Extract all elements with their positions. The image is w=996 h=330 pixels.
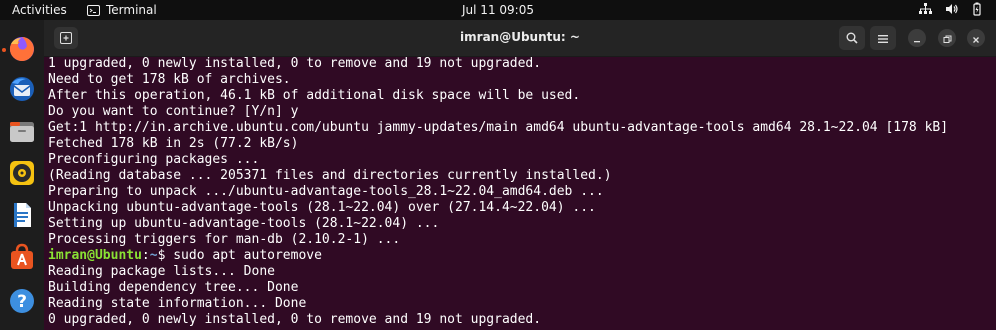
terminal-line: Fetched 178 kB in 2s (77.2 kB/s) <box>48 136 299 151</box>
prompt-separator: : <box>141 248 150 263</box>
terminal-line: Setting up ubuntu-advantage-tools (28.1~… <box>48 216 440 231</box>
top-bar: Activities Terminal Jul 11 09:05 <box>0 0 996 20</box>
terminal-line: Do you want to continue? [Y/n] y <box>48 104 299 119</box>
terminal-line: Preconfiguring packages ... <box>48 152 260 167</box>
writer-icon <box>8 201 36 233</box>
prompt-user-host: imran@Ubuntu <box>48 248 142 263</box>
dock-item-thunderbird[interactable] <box>7 76 37 106</box>
terminal-line: Processing triggers for man-db (2.10.2-1… <box>48 232 401 247</box>
volume-icon[interactable] <box>944 2 958 16</box>
thunderbird-icon <box>8 75 36 107</box>
search-icon <box>846 29 858 48</box>
terminal-line: After this operation, 46.1 kB of additio… <box>48 88 581 103</box>
terminal-line: 1 upgraded, 0 newly installed, 0 to remo… <box>48 56 542 71</box>
dock-item-help[interactable]: ? <box>7 288 37 318</box>
search-button[interactable] <box>839 26 865 50</box>
software-icon <box>8 243 36 275</box>
prompt-command: sudo apt autoremove <box>165 248 322 263</box>
terminal-line: Unpacking ubuntu-advantage-tools (28.1~2… <box>48 200 596 215</box>
terminal-line: Need to get 178 kB of archives. <box>48 72 291 87</box>
terminal-line: 0 upgraded, 0 newly installed, 0 to remo… <box>48 312 542 327</box>
running-indicator <box>2 48 6 52</box>
rhythmbox-icon <box>8 159 36 191</box>
firefox-icon <box>8 35 36 67</box>
files-icon <box>8 117 36 149</box>
window-titlebar[interactable]: imran@Ubuntu: ~ <box>44 20 996 57</box>
dock-item-writer[interactable] <box>7 202 37 232</box>
dock: ? <box>0 20 44 330</box>
minimize-icon <box>913 29 921 48</box>
restore-icon <box>943 29 952 48</box>
dock-item-firefox[interactable] <box>7 36 37 66</box>
terminal-line: Reading package lists... Done <box>48 264 275 279</box>
terminal-line: Preparing to unpack .../ubuntu-advantage… <box>48 184 604 199</box>
maximize-button[interactable] <box>938 29 956 47</box>
dock-item-ubuntu-software[interactable] <box>7 243 37 275</box>
terminal-output[interactable]: 1 upgraded, 0 newly installed, 0 to remo… <box>44 56 996 330</box>
terminal-window: imran@Ubuntu: ~ 1 upgraded, 0 newly inst… <box>44 20 996 330</box>
terminal-line: Reading state information... Done <box>48 296 307 311</box>
dock-item-rhythmbox[interactable] <box>7 160 37 190</box>
svg-text:?: ? <box>17 292 27 312</box>
close-icon <box>972 29 980 48</box>
clock[interactable]: Jul 11 09:05 <box>0 3 996 17</box>
minimize-button[interactable] <box>908 29 926 47</box>
prompt-line: imran@Ubuntu:~$ sudo apt autoremove <box>48 248 322 264</box>
prompt-path: ~ <box>149 248 158 263</box>
close-button[interactable] <box>967 29 985 47</box>
battery-icon[interactable] <box>970 2 984 16</box>
help-icon: ? <box>8 287 36 319</box>
terminal-line: Building dependency tree... Done <box>48 280 299 295</box>
network-icon[interactable] <box>918 2 932 16</box>
hamburger-icon <box>877 29 889 48</box>
menu-button[interactable] <box>870 26 896 50</box>
system-tray[interactable] <box>918 2 984 16</box>
terminal-line: (Reading database ... 205371 files and d… <box>48 168 612 183</box>
dock-item-files[interactable] <box>7 118 37 148</box>
terminal-line: Get:1 http://in.archive.ubuntu.com/ubunt… <box>48 120 949 135</box>
